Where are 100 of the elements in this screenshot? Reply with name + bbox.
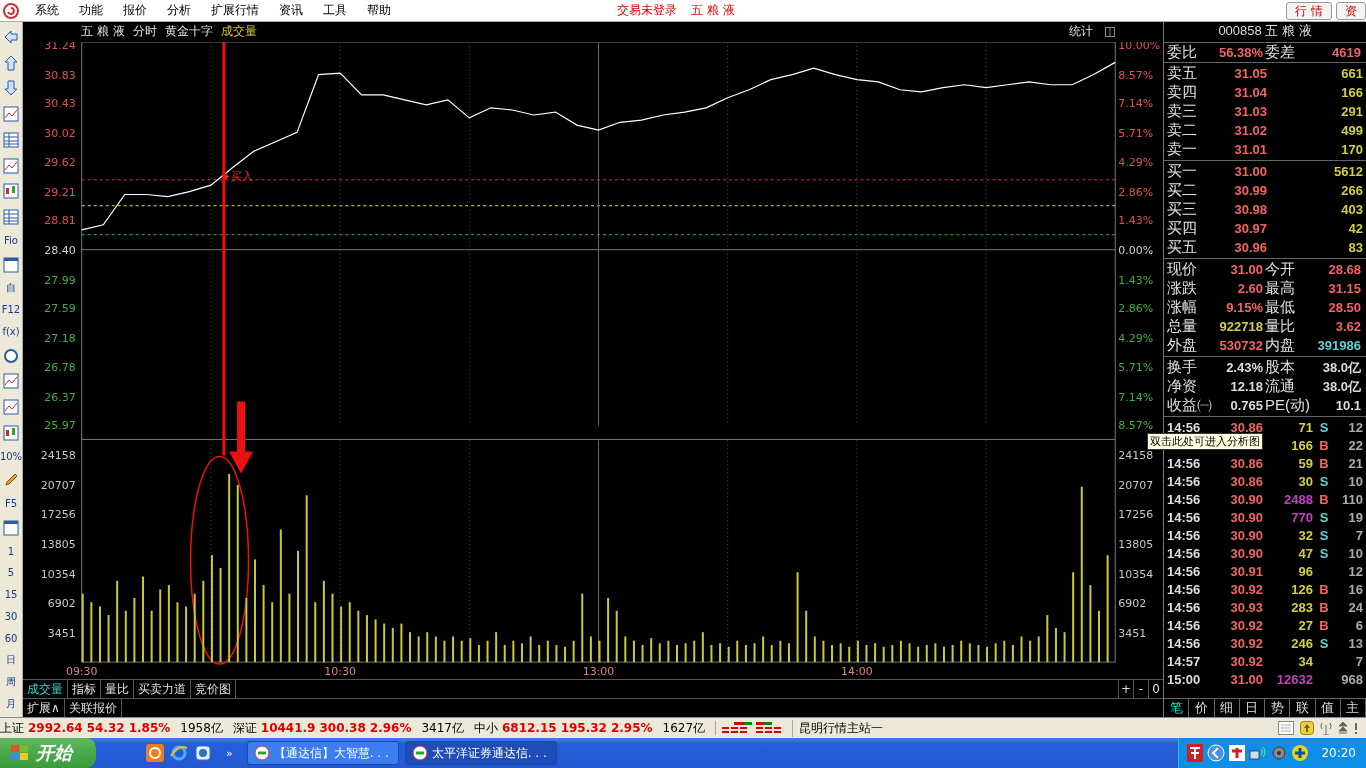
percent-axis-label: 7.14% (1118, 97, 1154, 111)
stock-title: 五 粮 液 (81, 23, 125, 41)
field-value: 28.50 (1327, 300, 1362, 315)
field-label: 内盘 (1265, 336, 1295, 355)
trade-count: 10 (1348, 473, 1363, 489)
quote-panel-title: 000858 五 粮 液 (1217, 22, 1313, 40)
trade-time: 14:57 (1167, 653, 1201, 669)
trade-count: 16 (1348, 581, 1363, 597)
order-label: 卖四 (1167, 83, 1197, 102)
order-volume: 661 (1340, 66, 1363, 81)
trade-volume: 246 (1291, 635, 1313, 651)
login-status: 交易未登录 (617, 2, 677, 19)
trade-volume: 47 (1298, 545, 1313, 561)
percent-axis-label: 5.71% (1118, 360, 1154, 374)
trade-time: 14:56 (1167, 563, 1201, 579)
trade-side: S (1319, 545, 1329, 561)
field-value: 10.1 (1334, 398, 1362, 413)
field-label: 最低 (1265, 298, 1295, 317)
trade-count: 12 (1348, 563, 1363, 579)
trade-time: 14:56 (1167, 545, 1201, 561)
tooltip: 双击此处可进入分析图 (1147, 433, 1263, 450)
order-price: 31.04 (1233, 85, 1267, 100)
field-value: 3.62 (1334, 319, 1362, 334)
order-price: 30.97 (1233, 221, 1267, 236)
trade-price: 30.92 (1230, 581, 1263, 597)
order-volume: 499 (1340, 123, 1363, 138)
price-axis-label: 29.62 (44, 155, 76, 169)
trade-volume: 166 (1291, 437, 1313, 453)
order-price: 30.96 (1233, 240, 1267, 255)
price-axis-label: 28.40 (44, 244, 76, 257)
field-label: 总量 (1167, 317, 1197, 336)
order-volume: 166 (1340, 85, 1363, 100)
time-axis-label: 14:00 (841, 665, 873, 679)
field-value: 38.0亿 (1321, 358, 1362, 377)
trade-volume: 283 (1291, 599, 1313, 615)
trade-count: 110 (1342, 491, 1363, 507)
trade-count: 12 (1348, 419, 1363, 435)
server-name: 昆明行情主站一 (792, 719, 884, 737)
trade-price: 30.91 (1230, 563, 1263, 579)
volume-axis-label: 10354 (1118, 567, 1154, 581)
price-axis-label: 29.21 (44, 185, 76, 199)
field-label: 量比 (1265, 317, 1295, 336)
trade-side: B (1319, 617, 1329, 633)
field-value: 530732 (1218, 338, 1264, 353)
clock: 20:20 (1321, 746, 1356, 760)
trade-volume: 2488 (1284, 491, 1313, 507)
index-amount: 3417亿 (421, 719, 464, 737)
field-label: 涨幅 (1167, 298, 1197, 317)
order-label: 卖五 (1167, 64, 1197, 83)
trade-price: 30.86 (1230, 455, 1263, 471)
field-label: 最高 (1265, 279, 1295, 298)
trade-volume: 27 (1298, 617, 1313, 633)
trade-side: B (1319, 455, 1329, 471)
order-label: 买五 (1167, 238, 1197, 257)
volume-axis-label: 20707 (1118, 478, 1154, 492)
order-price: 31.00 (1233, 164, 1267, 179)
field-value: 2.43% (1225, 360, 1264, 375)
trade-time: 15:00 (1167, 671, 1201, 687)
trade-price: 30.86 (1230, 419, 1263, 435)
field-label: 净资 (1167, 377, 1197, 396)
field-value: 56.38% (1217, 45, 1264, 60)
order-volume: 83 (1347, 240, 1363, 255)
order-volume: 291 (1340, 104, 1363, 119)
stock-name: 五 粮 液 (691, 2, 735, 19)
field-value: 12.18 (1229, 379, 1264, 394)
percent-axis-label: 1.43% (1118, 214, 1154, 228)
volume-axis-label: 13805 (40, 537, 76, 551)
field-label: 收益㈠ (1167, 396, 1212, 415)
field-value: 0.765 (1229, 398, 1264, 413)
index-value: 10441.9 (260, 721, 316, 735)
field-label: 今开 (1265, 260, 1295, 279)
trade-count: 19 (1348, 509, 1363, 525)
order-label: 买一 (1167, 162, 1197, 181)
field-label: 股本 (1265, 358, 1295, 377)
index-percent: 1.85% (128, 721, 171, 735)
trade-time: 14:56 (1167, 509, 1201, 525)
volume-axis-label: 6902 (1118, 597, 1147, 610)
field-label: 涨跌 (1167, 279, 1197, 298)
field-value: 2.60 (1236, 281, 1264, 296)
index-change: 195.32 (560, 721, 607, 735)
volume-axis-label: 24158 (40, 449, 76, 463)
trade-price: 30.93 (1230, 599, 1263, 615)
trade-count: 24 (1348, 599, 1363, 615)
price-axis-label: 26.37 (44, 390, 76, 404)
percent-axis-label: 0.00% (1118, 244, 1154, 257)
price-axis-label: 30.43 (44, 97, 76, 111)
percent-axis-label: 5.71% (1118, 127, 1154, 141)
trade-volume: 770 (1291, 509, 1313, 525)
price-axis-label: 28.81 (44, 214, 76, 228)
order-label: 卖一 (1167, 140, 1197, 159)
index-change: 54.32 (86, 721, 125, 735)
trade-side: S (1319, 473, 1329, 489)
price-axis-label: 30.83 (44, 68, 76, 82)
trade-time: 14:56 (1167, 491, 1201, 507)
volume-axis-label: 13805 (1118, 537, 1154, 551)
trade-price: 30.90 (1230, 491, 1263, 507)
field-label: 换手 (1167, 358, 1197, 377)
trade-side: S (1319, 509, 1329, 525)
order-label: 卖三 (1167, 102, 1197, 121)
percent-axis-label: 7.14% (1118, 390, 1154, 404)
